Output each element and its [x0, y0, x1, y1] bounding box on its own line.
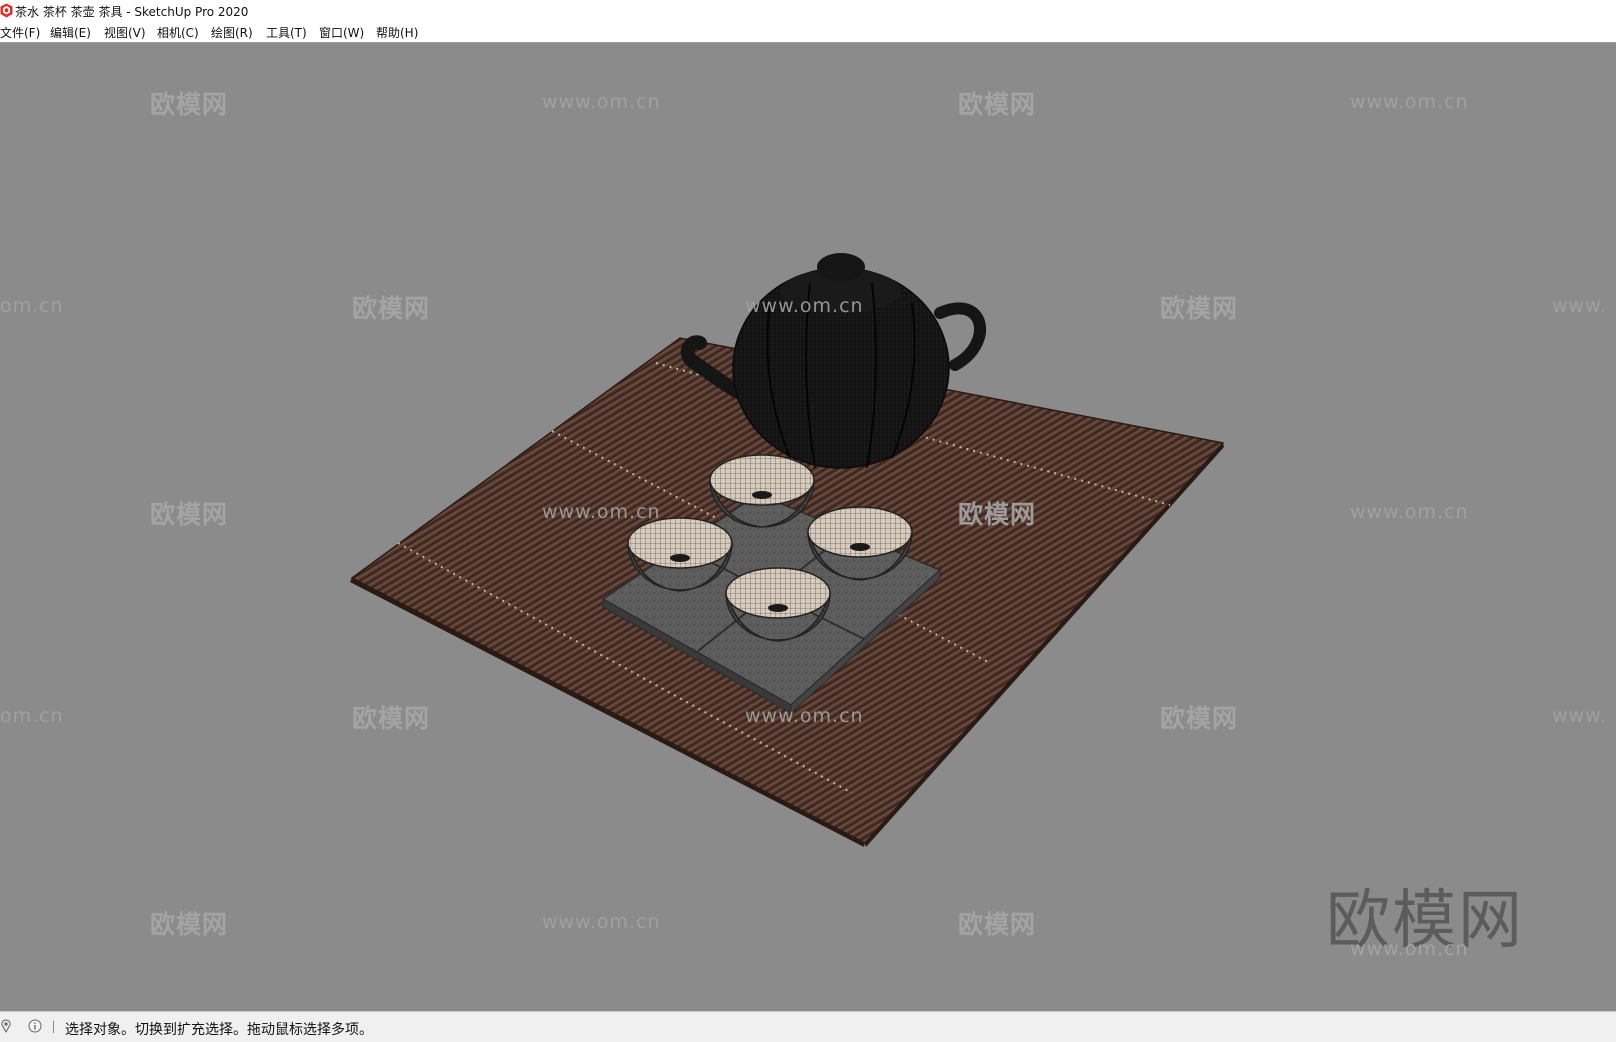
title-bar: 茶水 茶杯 茶壶 茶具 - SketchUp Pro 2020 [0, 0, 1616, 22]
menu-file[interactable]: 文件(F) [0, 24, 40, 41]
status-bar: 选择对象。切换到扩充选择。拖动鼠标选择多项。 [0, 1011, 1616, 1042]
menu-camera[interactable]: 相机(C) [157, 24, 199, 41]
menu-window[interactable]: 窗口(W) [319, 24, 364, 41]
menu-help[interactable]: 帮助(H) [376, 24, 418, 41]
watermark-brand: 欧模网 [958, 90, 1037, 119]
watermark-brand: 欧模网 [352, 704, 431, 733]
watermark-url: www.om.cn [542, 91, 661, 113]
geolocation-icon[interactable] [0, 1019, 12, 1033]
menu-edit[interactable]: 编辑(E) [50, 24, 91, 41]
watermark-brand: 欧模网 [150, 910, 229, 939]
watermark-brand: 欧模网 [958, 500, 1037, 529]
watermark-url: www.om.cn [542, 501, 661, 523]
model-scene[interactable] [0, 43, 1616, 1011]
menu-draw[interactable]: 绘图(R) [211, 24, 253, 41]
watermark-brand: 欧模网 [1160, 704, 1239, 733]
menu-bar: 文件(F) 编辑(E) 视图(V) 相机(C) 绘图(R) 工具(T) 窗口(W… [0, 22, 1616, 43]
watermark-brand: 欧模网 [150, 500, 229, 529]
window-title: 茶水 茶杯 茶壶 茶具 - SketchUp Pro 2020 [15, 5, 249, 19]
sketchup-icon [0, 3, 13, 18]
status-separator [53, 1021, 54, 1033]
info-icon[interactable] [28, 1019, 42, 1033]
watermark-url: www.om.cn [745, 295, 864, 317]
watermark-brand: 欧模网 [1160, 294, 1239, 323]
menu-view[interactable]: 视图(V) [104, 24, 146, 41]
watermark-url: om.cn [0, 705, 64, 727]
watermark-url: www. [1552, 705, 1607, 727]
menu-tools[interactable]: 工具(T) [266, 24, 307, 41]
watermark-url: www.om.cn [1350, 91, 1469, 113]
watermark-brand: 欧模网 [352, 294, 431, 323]
watermark-brand: 欧模网 [958, 910, 1037, 939]
status-hint: 选择对象。切换到扩充选择。拖动鼠标选择多项。 [65, 1022, 373, 1038]
watermark-url: www. [1552, 295, 1607, 317]
watermark-url: www.om.cn [542, 911, 661, 933]
watermark-url: om.cn [0, 295, 64, 317]
3d-viewport[interactable]: 欧模网 www.om.cn 欧模网 www.om.cn om.cn 欧模网 ww… [0, 43, 1616, 1011]
watermark-brand: 欧模网 [150, 90, 229, 119]
watermark-url: www.om.cn [1350, 938, 1469, 960]
watermark-url: www.om.cn [1350, 501, 1469, 523]
watermark-url: www.om.cn [745, 705, 864, 727]
